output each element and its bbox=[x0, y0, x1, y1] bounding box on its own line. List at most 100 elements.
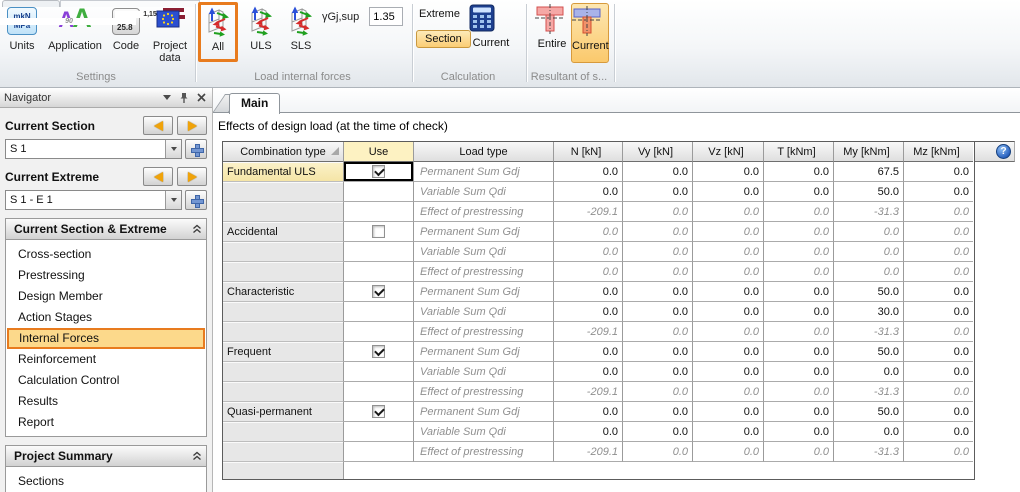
value-cell[interactable]: 0.0 bbox=[764, 262, 834, 282]
value-cell[interactable]: 0.0 bbox=[764, 302, 834, 322]
combination-cell[interactable] bbox=[223, 262, 344, 282]
value-cell[interactable]: 0.0 bbox=[904, 442, 973, 462]
chevron-down-icon[interactable] bbox=[165, 191, 181, 209]
sidebar-item-sections[interactable]: Sections bbox=[6, 471, 206, 492]
value-cell[interactable]: 0.0 bbox=[623, 182, 693, 202]
value-cell[interactable]: 0.0 bbox=[904, 282, 973, 302]
combination-cell[interactable]: Fundamental ULS bbox=[223, 162, 344, 182]
value-cell[interactable]: 0.0 bbox=[764, 422, 834, 442]
use-cell[interactable] bbox=[344, 422, 414, 442]
value-cell[interactable]: 67.5 bbox=[834, 162, 904, 182]
value-cell[interactable]: 0.0 bbox=[693, 322, 764, 342]
use-cell[interactable] bbox=[344, 242, 414, 262]
value-cell[interactable]: 0.0 bbox=[764, 162, 834, 182]
panel-menu-icon[interactable] bbox=[160, 92, 174, 104]
value-cell[interactable]: 0.0 bbox=[693, 182, 764, 202]
units-button[interactable]: mkNMPa Units bbox=[0, 4, 44, 52]
chevron-down-icon[interactable] bbox=[165, 140, 181, 158]
load-all-button[interactable]: All bbox=[198, 2, 238, 62]
load-type-cell[interactable]: Permanent Sum Gdj bbox=[414, 222, 554, 242]
load-uls-button[interactable]: ULS bbox=[242, 4, 280, 52]
prev-section-button[interactable] bbox=[143, 116, 173, 135]
value-cell[interactable]: 0.0 bbox=[623, 322, 693, 342]
add-section-button[interactable] bbox=[185, 139, 207, 159]
value-cell[interactable]: 0.0 bbox=[904, 322, 973, 342]
next-section-button[interactable] bbox=[177, 116, 207, 135]
value-cell[interactable]: 0.0 bbox=[623, 402, 693, 422]
application-button[interactable]: AA Application bbox=[46, 4, 104, 52]
prev-extreme-button[interactable] bbox=[143, 167, 173, 186]
value-cell[interactable]: 0.0 bbox=[904, 182, 973, 202]
combination-cell[interactable] bbox=[223, 302, 344, 322]
use-cell[interactable] bbox=[344, 402, 414, 422]
load-type-cell[interactable]: Permanent Sum Gdj bbox=[414, 342, 554, 362]
load-type-cell[interactable]: Effect of prestressing bbox=[414, 262, 554, 282]
combination-cell[interactable] bbox=[223, 422, 344, 442]
value-cell[interactable]: 0.0 bbox=[554, 342, 623, 362]
combination-cell[interactable] bbox=[223, 362, 344, 382]
combination-cell[interactable] bbox=[223, 322, 344, 342]
use-cell[interactable] bbox=[344, 322, 414, 342]
value-cell[interactable]: 0.0 bbox=[693, 422, 764, 442]
value-cell[interactable]: 0.0 bbox=[623, 342, 693, 362]
value-cell[interactable]: 0.0 bbox=[623, 262, 693, 282]
section-header-summary[interactable]: Project Summary bbox=[5, 445, 207, 467]
value-cell[interactable]: 0.0 bbox=[904, 262, 973, 282]
use-cell[interactable] bbox=[344, 162, 414, 182]
load-type-cell[interactable]: Effect of prestressing bbox=[414, 202, 554, 222]
column-header-vz-kn[interactable]: Vz [kN] bbox=[693, 142, 764, 162]
value-cell[interactable]: 0.0 bbox=[623, 162, 693, 182]
value-cell[interactable]: 0.0 bbox=[834, 262, 904, 282]
value-cell[interactable]: 0.0 bbox=[693, 222, 764, 242]
value-cell[interactable]: 0.0 bbox=[904, 162, 973, 182]
column-header-use[interactable]: Use bbox=[344, 142, 414, 162]
value-cell[interactable]: 0.0 bbox=[693, 282, 764, 302]
value-cell[interactable]: -209.1 bbox=[554, 322, 623, 342]
value-cell[interactable]: -31.3 bbox=[834, 202, 904, 222]
value-cell[interactable]: 0.0 bbox=[904, 402, 973, 422]
value-cell[interactable]: 50.0 bbox=[834, 402, 904, 422]
column-header-combination-type[interactable]: Combination type bbox=[223, 142, 344, 162]
load-sls-button[interactable]: SLS bbox=[282, 4, 320, 52]
use-cell[interactable] bbox=[344, 442, 414, 462]
value-cell[interactable]: 0.0 bbox=[693, 382, 764, 402]
value-cell[interactable]: 0.0 bbox=[764, 342, 834, 362]
load-type-cell[interactable]: Variable Sum Qdi bbox=[414, 422, 554, 442]
sidebar-item-reinforcement[interactable]: Reinforcement bbox=[6, 349, 206, 370]
value-cell[interactable]: 0.0 bbox=[904, 422, 973, 442]
use-checkbox[interactable] bbox=[372, 405, 385, 418]
combination-cell[interactable]: Quasi-permanent bbox=[223, 402, 344, 422]
value-cell[interactable]: 0.0 bbox=[623, 362, 693, 382]
combination-cell[interactable] bbox=[223, 462, 344, 479]
value-cell[interactable]: 0.0 bbox=[554, 182, 623, 202]
load-type-cell[interactable]: Permanent Sum Gdj bbox=[414, 282, 554, 302]
add-extreme-button[interactable] bbox=[185, 190, 207, 210]
load-type-cell[interactable]: Effect of prestressing bbox=[414, 382, 554, 402]
sidebar-item-prestressing[interactable]: Prestressing bbox=[6, 265, 206, 286]
use-checkbox[interactable] bbox=[372, 225, 385, 238]
combination-cell[interactable] bbox=[223, 382, 344, 402]
sidebar-item-calculation-control[interactable]: Calculation Control bbox=[6, 370, 206, 391]
calc-current-button[interactable]: Current bbox=[469, 4, 513, 49]
column-header-my-knm[interactable]: My [kNm] bbox=[834, 142, 904, 162]
sidebar-item-internal-forces[interactable]: Internal Forces bbox=[7, 328, 205, 349]
gamma-gj-sup-input[interactable] bbox=[369, 7, 403, 26]
value-cell[interactable]: 0.0 bbox=[554, 402, 623, 422]
sidebar-item-design-member[interactable]: Design Member bbox=[6, 286, 206, 307]
use-cell[interactable] bbox=[344, 382, 414, 402]
value-cell[interactable]: 0.0 bbox=[693, 342, 764, 362]
use-checkbox[interactable] bbox=[372, 345, 385, 358]
value-cell[interactable]: 0.0 bbox=[693, 302, 764, 322]
value-cell[interactable]: 0.0 bbox=[623, 282, 693, 302]
column-header-n-kn[interactable]: N [kN] bbox=[554, 142, 623, 162]
value-cell[interactable]: 0.0 bbox=[623, 302, 693, 322]
combination-cell[interactable]: Characteristic bbox=[223, 282, 344, 302]
calc-section-button[interactable]: Section bbox=[416, 30, 471, 48]
load-type-cell[interactable]: Permanent Sum Gdj bbox=[414, 162, 554, 182]
combination-cell[interactable]: Frequent bbox=[223, 342, 344, 362]
value-cell[interactable]: 0.0 bbox=[554, 302, 623, 322]
load-type-cell[interactable]: Variable Sum Qdi bbox=[414, 242, 554, 262]
value-cell[interactable]: 0.0 bbox=[623, 382, 693, 402]
resultant-entire-button[interactable]: Entire bbox=[535, 4, 569, 50]
value-cell[interactable]: 0.0 bbox=[623, 422, 693, 442]
